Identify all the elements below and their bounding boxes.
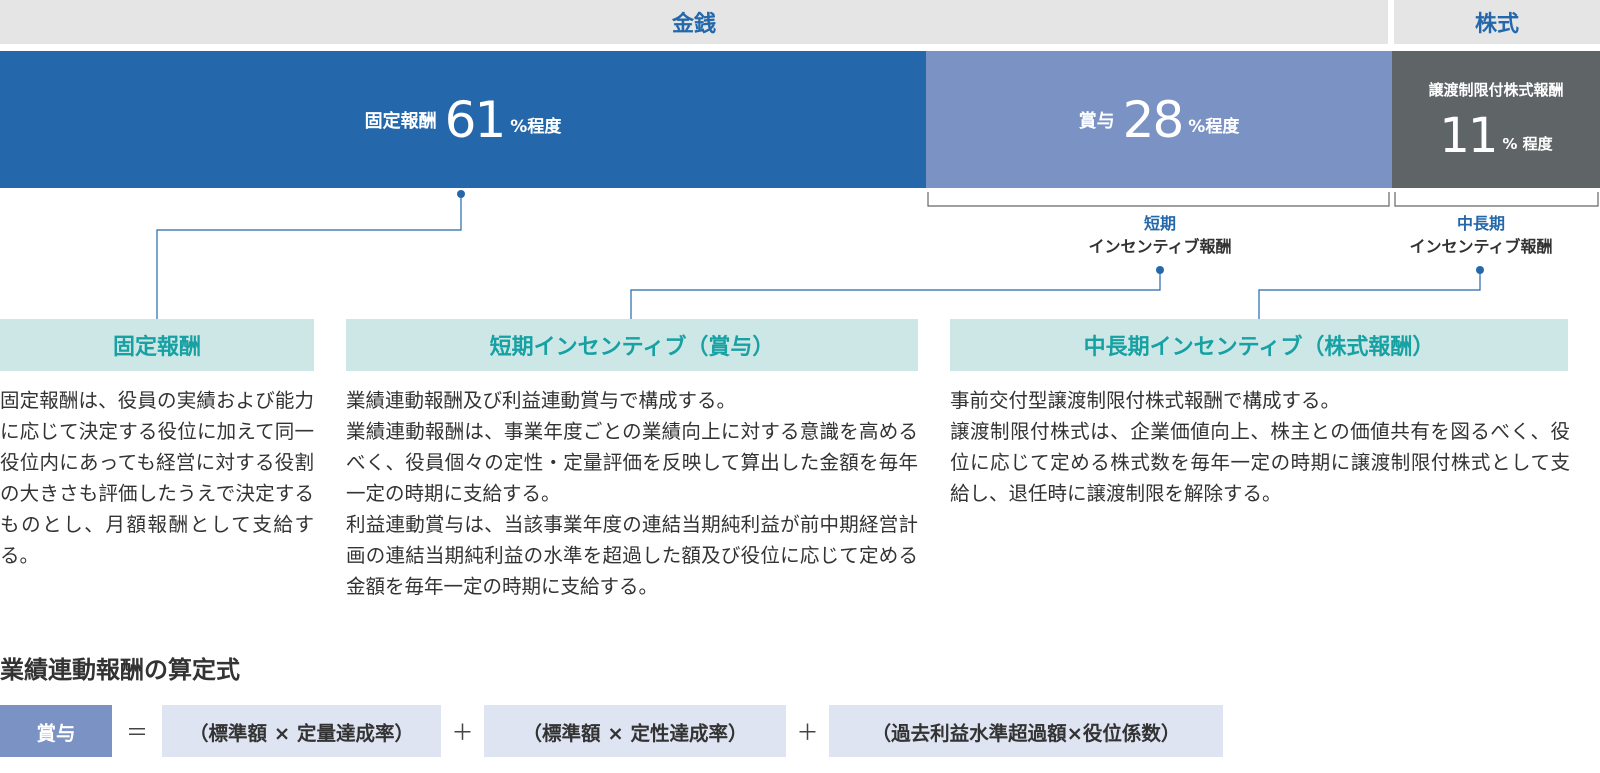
section-mid-title-text: 中長期インセンティブ（株式報酬）: [1083, 335, 1435, 360]
connector-short-dot: [1156, 266, 1164, 274]
section-fixed-paragraph: 固定報酬は、役員の実績および能力に応じて決定する役位に加えて同一役位内にあっても…: [0, 389, 314, 567]
connector-short: [630, 270, 1161, 319]
section-short-title-text: 短期インセンティブ（賞与）: [489, 335, 775, 360]
connector-mid: [1258, 270, 1481, 319]
caption-short: 短期 インセンティブ報酬: [1060, 212, 1260, 258]
formula-term-qualitative: （標準額 × 定性達成率）: [484, 705, 786, 757]
formula-result-label: 賞与: [36, 721, 76, 745]
section-mid-paragraph: 譲渡制限付株式は、企業価値向上、株主との価値共有を図るべく、役位に応じて定める株…: [950, 420, 1570, 505]
section-fixed-title-text: 固定報酬: [112, 335, 201, 360]
section-short-paragraph: 業績連動報酬及び利益連動賞与で構成する。: [346, 389, 737, 412]
section-short-body: 業績連動報酬及び利益連動賞与で構成する。 業績連動報酬は、事業年度ごとの業績向上…: [346, 385, 918, 602]
bracket-short: [927, 192, 1390, 207]
section-short-paragraph: 業績連動報酬は、事業年度ごとの業績向上に対する意識を高めるべく、役員個々の定性・…: [346, 420, 918, 505]
formula-term-quantitative: （標準額 × 定量達成率）: [162, 705, 441, 757]
formula-term-excess-profit-text: （過去利益水準超過額×役位係数）: [871, 721, 1181, 745]
bracket-mid: [1394, 192, 1599, 207]
caption-mid-line2: インセンティブ報酬: [1409, 237, 1553, 256]
caption-short-line1: 短期: [1143, 214, 1176, 233]
formula-term-quantitative-text: （標準額 × 定量達成率）: [189, 721, 414, 745]
section-mid-paragraph: 事前交付型譲渡制限付株式報酬で構成する。: [950, 389, 1341, 412]
connector-mid-dot: [1476, 266, 1484, 274]
section-mid-body: 事前交付型譲渡制限付株式報酬で構成する。 譲渡制限付株式は、企業価値向上、株主と…: [950, 385, 1570, 509]
formula-plus: ＋: [796, 721, 819, 746]
caption-mid-line1: 中長期: [1456, 214, 1505, 233]
section-fixed-title: 固定報酬: [0, 319, 314, 371]
connector-lines: [156, 190, 1599, 319]
connector-fixed-dot: [457, 190, 465, 198]
formula-term-excess-profit: （過去利益水準超過額×役位係数）: [829, 705, 1223, 757]
caption-mid: 中長期 インセンティブ報酬: [1396, 212, 1566, 258]
section-fixed-body: 固定報酬は、役員の実績および能力に応じて決定する役位に加えて同一役位内にあっても…: [0, 385, 314, 571]
caption-short-line2: インセンティブ報酬: [1088, 237, 1232, 256]
formula-term-qualitative-text: （標準額 × 定性達成率）: [522, 721, 748, 745]
formula-plus: ＋: [451, 721, 474, 746]
formula-result: 賞与: [0, 705, 112, 757]
section-short-paragraph: 利益連動賞与は、当該事業年度の連結当期純利益が前中期経営計画の連結当期純利益の水…: [346, 513, 918, 598]
section-mid-title: 中長期インセンティブ（株式報酬）: [950, 319, 1568, 371]
formula-title: 業績連動報酬の算定式: [0, 656, 240, 684]
section-short-title: 短期インセンティブ（賞与）: [346, 319, 918, 371]
connector-fixed: [156, 194, 462, 319]
formula-equals: ＝: [125, 721, 148, 746]
